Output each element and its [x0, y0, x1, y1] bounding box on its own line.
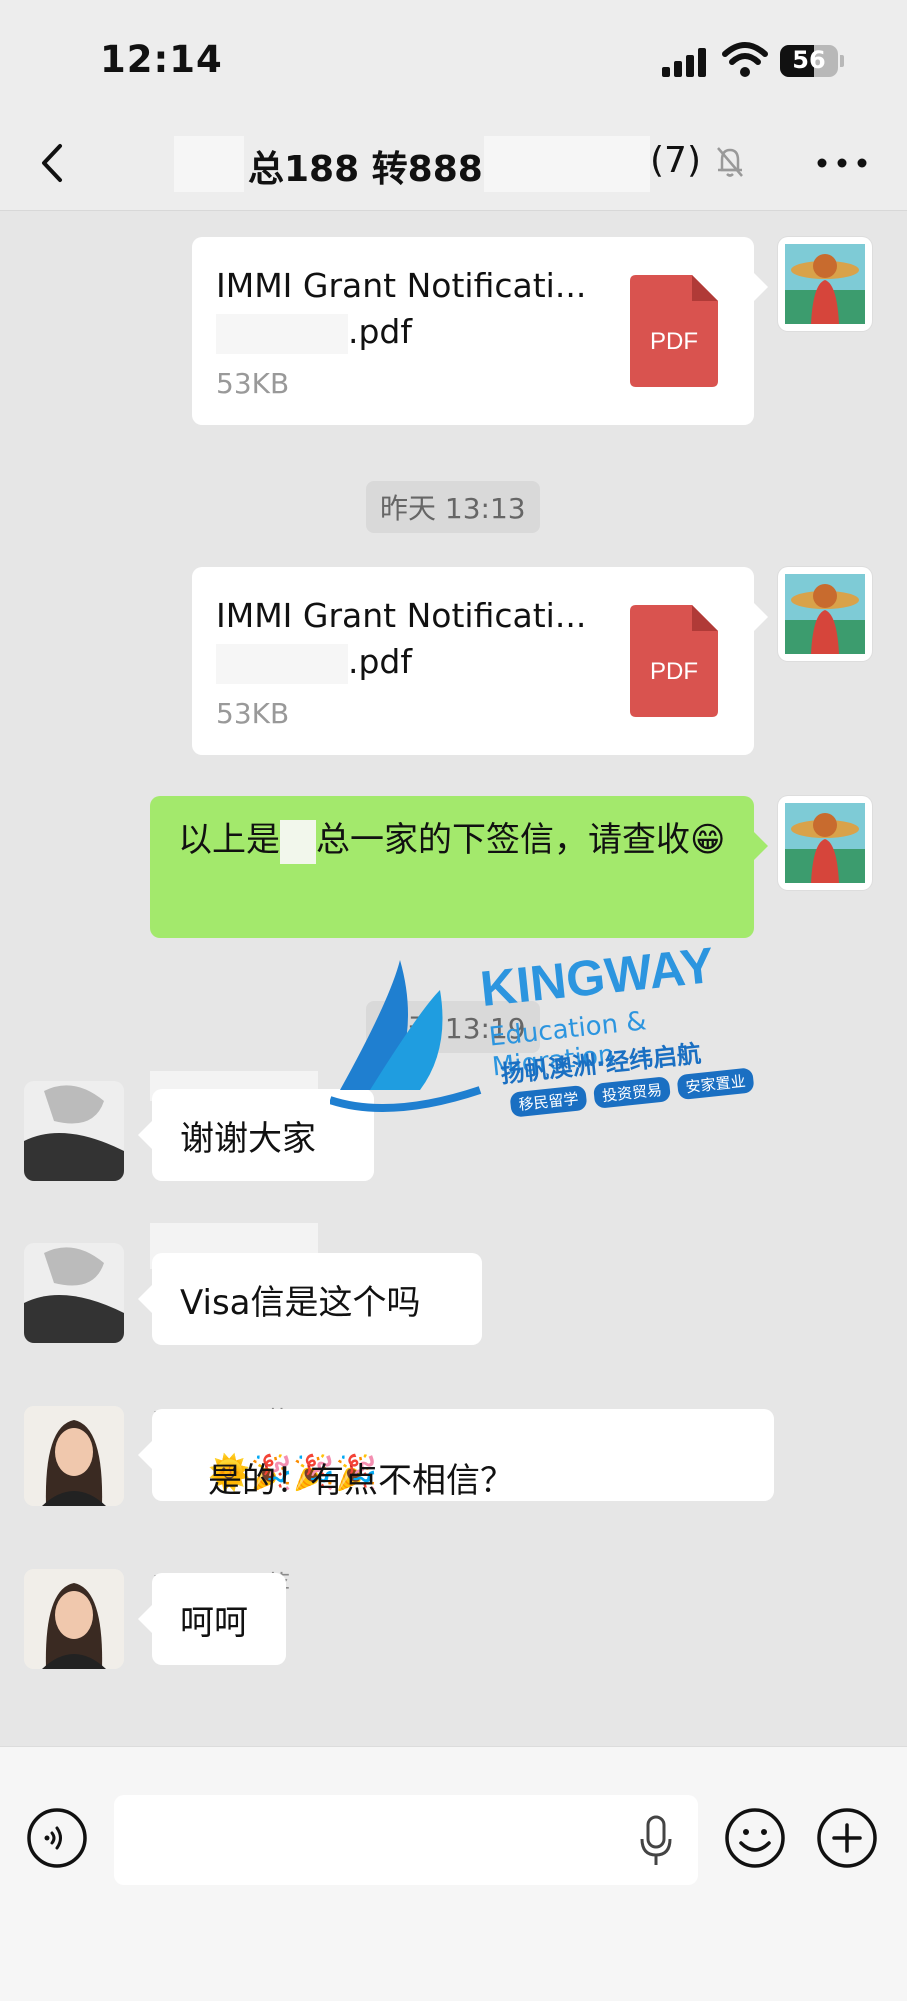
- file-name: IMMI Grant Notificati... .pdf: [216, 593, 636, 685]
- chat-header: 总188 转888 (7): [0, 120, 907, 211]
- file-size: 53KB: [216, 367, 290, 400]
- message-text: Visa信是这个吗: [180, 1283, 421, 1323]
- file-size: 53KB: [216, 697, 290, 730]
- battery-cap: [840, 55, 844, 67]
- pdf-badge: PDF: [650, 328, 698, 355]
- file-ext: .pdf: [348, 642, 413, 681]
- status-bar: 12:14 56: [0, 0, 907, 120]
- chat-title: 总188 转888: [248, 149, 483, 190]
- redaction-mask: [484, 136, 650, 192]
- file-message[interactable]: IMMI Grant Notificati... .pdf 53KB PDF: [192, 237, 768, 425]
- pdf-badge: PDF: [650, 658, 698, 685]
- file-name-prefix: IMMI Grant Notificati...: [216, 596, 587, 635]
- kingway-watermark: KINGWAY Education & Migration 扬帆澳洲·经纬启航 …: [328, 937, 770, 1140]
- redaction-mask: [216, 643, 348, 684]
- file-name-prefix: IMMI Grant Notificati...: [216, 266, 587, 305]
- message-text-part: 总一家的下签信，请查收: [316, 820, 690, 860]
- redaction-mask: [280, 819, 316, 864]
- my-text-message[interactable]: 以上是 总一家的下签信，请查收😁: [150, 796, 768, 938]
- file-name: IMMI Grant Notificati... .pdf: [216, 263, 636, 355]
- my-avatar[interactable]: [778, 796, 872, 890]
- dorothy-avatar[interactable]: [24, 1406, 124, 1506]
- my-avatar[interactable]: [778, 237, 872, 331]
- bell-slash-icon: [717, 147, 743, 177]
- battery-level: 56: [792, 46, 826, 74]
- chevron-left-icon[interactable]: [28, 138, 78, 188]
- grin-emoji: 😁: [690, 820, 726, 860]
- redaction-mask: [174, 136, 244, 192]
- wifi-icon: [722, 42, 768, 77]
- dorothy-avatar[interactable]: [24, 1569, 124, 1669]
- status-time: 12:14: [100, 38, 223, 81]
- pdf-icon: PDF: [630, 605, 718, 717]
- message-text: 呵呵: [180, 1603, 248, 1643]
- emoji-icon[interactable]: [724, 1807, 786, 1869]
- my-avatar[interactable]: [778, 567, 872, 661]
- chat-title-area[interactable]: 总188 转888 (7): [170, 134, 760, 194]
- battery-icon: 56: [780, 45, 838, 77]
- member-avatar[interactable]: [24, 1081, 124, 1181]
- message-text: 是的！有点不相信？: [208, 1461, 514, 1501]
- member-count: (7): [650, 140, 701, 181]
- plus-icon[interactable]: [816, 1807, 878, 1869]
- more-dots-icon[interactable]: [812, 148, 872, 178]
- file-message[interactable]: IMMI Grant Notificati... .pdf 53KB PDF: [192, 567, 768, 755]
- signal-icon: [662, 47, 708, 77]
- redaction-mask: [216, 313, 348, 354]
- message-text: 以上是 总一家的下签信，请查收😁: [178, 816, 730, 864]
- dorothy-text-message[interactable]: 🌞🎉🎉🎉 是的！有点不相信？: [138, 1409, 774, 1501]
- member-avatar[interactable]: [24, 1243, 124, 1343]
- timestamp-label: 昨天 13:13: [366, 481, 540, 533]
- message-input[interactable]: [114, 1795, 698, 1885]
- input-bar: [0, 1746, 907, 2001]
- pdf-icon: PDF: [630, 275, 718, 387]
- microphone-icon[interactable]: [636, 1813, 676, 1867]
- dorothy-text-message[interactable]: 呵呵: [138, 1573, 286, 1665]
- voice-icon[interactable]: [26, 1807, 88, 1869]
- file-ext: .pdf: [348, 312, 413, 351]
- member-text-message[interactable]: Visa信是这个吗: [138, 1253, 482, 1345]
- message-text: 谢谢大家: [180, 1119, 316, 1159]
- message-text-part: 以上是: [178, 820, 280, 860]
